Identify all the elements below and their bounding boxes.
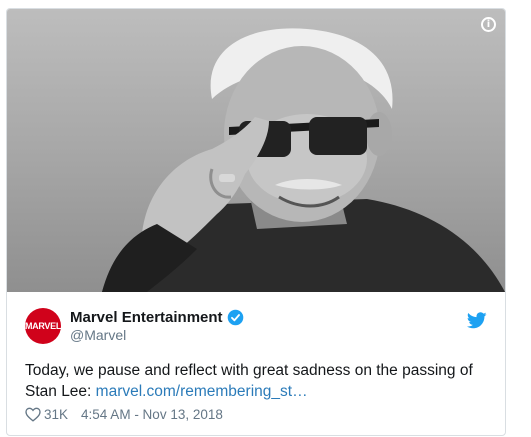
tweet-text: Today, we pause and reflect with great s…	[25, 360, 487, 402]
like-count[interactable]: 31K	[44, 407, 68, 422]
portrait-photo	[102, 28, 505, 292]
tweet-link[interactable]: marvel.com/remembering_st…	[96, 383, 308, 400]
tweet-body: MARVEL Marvel Entertainment @Marvel Toda…	[7, 292, 505, 422]
avatar[interactable]: MARVEL	[25, 308, 61, 344]
avatar-text: MARVEL	[24, 321, 62, 331]
heart-icon[interactable]	[25, 407, 41, 422]
tweet-media[interactable]: i	[7, 9, 505, 292]
author-names: Marvel Entertainment @Marvel	[70, 309, 244, 343]
tweet-card[interactable]: i MARVEL Marvel Entertainment @Marvel To…	[6, 8, 506, 436]
name-row: Marvel Entertainment	[70, 309, 244, 326]
author-handle[interactable]: @Marvel	[70, 327, 244, 343]
timestamp[interactable]: 4:54 AM - Nov 13, 2018	[81, 407, 223, 422]
tweet-header: MARVEL Marvel Entertainment @Marvel	[25, 306, 487, 346]
verified-badge-icon	[227, 309, 243, 326]
twitter-bird-icon[interactable]	[467, 312, 487, 329]
info-icon[interactable]: i	[481, 17, 496, 32]
tweet-meta: 31K 4:54 AM - Nov 13, 2018	[25, 407, 487, 422]
display-name[interactable]: Marvel Entertainment	[70, 309, 223, 326]
